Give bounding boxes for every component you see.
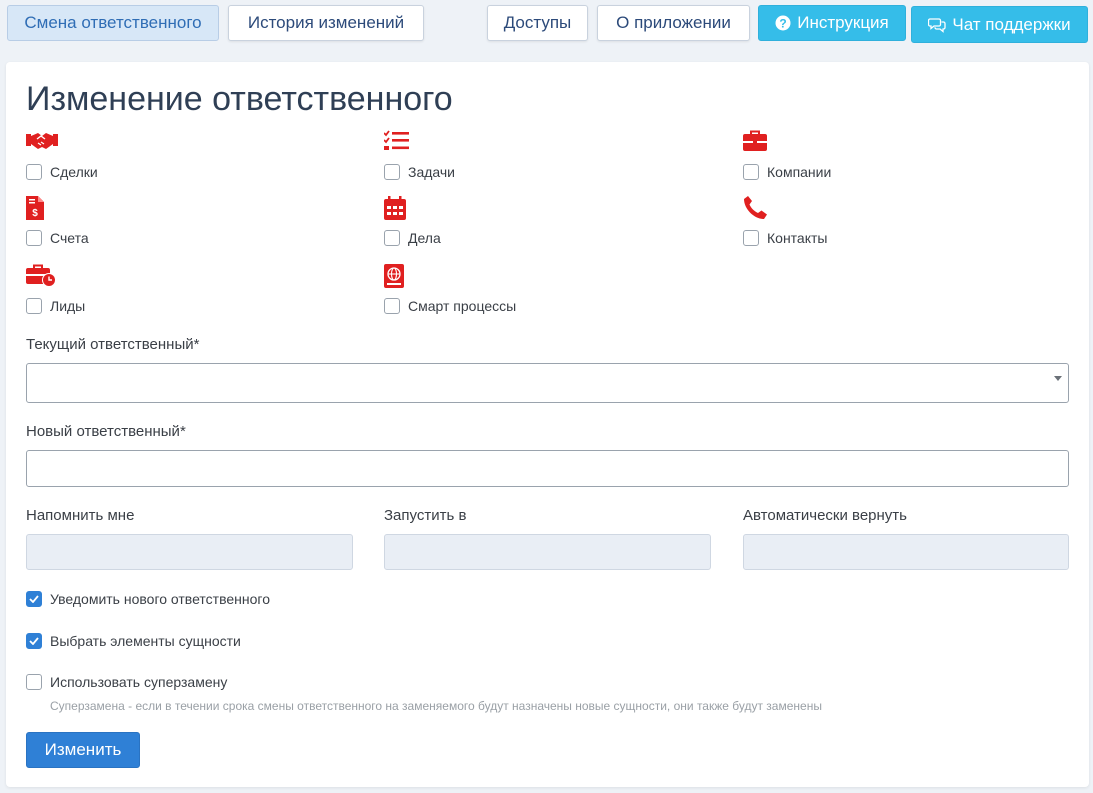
entity-invoices: $ Счета xyxy=(26,196,356,256)
tab-change-history-label: История изменений xyxy=(247,13,405,32)
companies-checkbox[interactable] xyxy=(743,164,759,180)
invoices-label: Счета xyxy=(50,230,89,246)
phone-icon xyxy=(743,196,775,222)
notify-new-responsible-label: Уведомить нового ответственного xyxy=(50,591,270,607)
access-button[interactable]: Доступы xyxy=(487,5,588,41)
super-replace-row: Использовать суперзамену xyxy=(26,674,227,690)
leads-label: Лиды xyxy=(50,298,86,314)
deals-label: Сделки xyxy=(50,164,98,180)
tab-change-responsible-label: Смена ответственного xyxy=(24,13,202,32)
access-button-label: Доступы xyxy=(503,13,572,32)
instruction-button[interactable]: ? Инструкция xyxy=(758,5,906,41)
new-responsible-label: Новый ответственный* xyxy=(26,423,186,440)
select-entity-elements-checkbox[interactable] xyxy=(26,633,42,649)
entity-tasks: Задачи xyxy=(383,130,714,190)
top-navigation: Смена ответственного История изменений Д… xyxy=(0,0,1093,56)
checkmark-icon xyxy=(29,595,39,603)
tab-change-history[interactable]: История изменений xyxy=(228,5,424,41)
remind-me-field[interactable] xyxy=(26,534,353,570)
about-app-button[interactable]: О приложении xyxy=(597,5,750,41)
main-card: Изменение ответственного Сделки Задачи К… xyxy=(6,62,1089,787)
deals-checkbox[interactable] xyxy=(26,164,42,180)
entity-deals: Сделки xyxy=(26,130,356,190)
tab-change-responsible[interactable]: Смена ответственного xyxy=(7,5,219,41)
start-at-field[interactable] xyxy=(384,534,711,570)
briefcase-clock-icon xyxy=(26,264,58,290)
select-entity-elements-label: Выбрать элементы сущности xyxy=(50,633,241,649)
select-entity-elements-row: Выбрать элементы сущности xyxy=(26,633,241,649)
leads-checkbox[interactable] xyxy=(26,298,42,314)
super-replace-hint: Суперзамена - если в течении срока смены… xyxy=(50,699,822,713)
support-chat-button[interactable]: Чат поддержки xyxy=(911,6,1088,43)
caret-down-icon xyxy=(1054,376,1062,381)
smart-processes-label: Смарт процессы xyxy=(408,298,517,314)
tasks-checkbox[interactable] xyxy=(384,164,400,180)
instruction-button-label: Инструкция xyxy=(797,13,889,32)
svg-text:?: ? xyxy=(780,17,787,31)
briefcase-icon xyxy=(743,130,775,156)
about-app-button-label: О приложении xyxy=(616,13,731,32)
smart-processes-checkbox[interactable] xyxy=(384,298,400,314)
current-responsible-label: Текущий ответственный* xyxy=(26,336,200,353)
checkmark-icon xyxy=(29,637,39,645)
support-chat-button-label: Чат поддержки xyxy=(952,14,1071,34)
companies-label: Компании xyxy=(767,164,832,180)
contacts-label: Контакты xyxy=(767,230,828,246)
entity-leads: Лиды xyxy=(26,264,356,324)
entity-smart-processes: Смарт процессы xyxy=(384,264,714,324)
auto-return-field[interactable] xyxy=(743,534,1069,570)
tasks-label: Задачи xyxy=(408,164,456,180)
handshake-icon xyxy=(26,130,58,156)
activities-label: Дела xyxy=(408,230,441,246)
entity-activities: Дела xyxy=(384,196,714,256)
change-button[interactable]: Изменить xyxy=(26,732,140,768)
question-circle-icon: ? xyxy=(775,15,791,31)
contacts-checkbox[interactable] xyxy=(743,230,759,246)
super-replace-checkbox[interactable] xyxy=(26,674,42,690)
notify-new-responsible-row: Уведомить нового ответственного xyxy=(26,591,270,607)
task-list-icon xyxy=(383,130,416,156)
invoice-icon: $ xyxy=(26,196,58,222)
entity-companies: Компании xyxy=(743,130,1073,190)
chat-bubbles-icon xyxy=(928,17,947,33)
current-responsible-select[interactable] xyxy=(26,363,1069,403)
notify-new-responsible-checkbox[interactable] xyxy=(26,591,42,607)
globe-book-icon xyxy=(384,264,416,290)
activities-checkbox[interactable] xyxy=(384,230,400,246)
invoices-checkbox[interactable] xyxy=(26,230,42,246)
remind-me-label: Напомнить мне xyxy=(26,507,135,524)
start-at-label: Запустить в xyxy=(384,507,467,524)
svg-text:$: $ xyxy=(32,208,38,219)
new-responsible-input[interactable] xyxy=(26,450,1069,487)
entity-contacts: Контакты xyxy=(743,196,1073,256)
calendar-icon xyxy=(384,196,416,222)
super-replace-label: Использовать суперзамену xyxy=(50,674,228,690)
page-title: Изменение ответственного xyxy=(26,80,453,118)
auto-return-label: Автоматически вернуть xyxy=(743,507,907,524)
